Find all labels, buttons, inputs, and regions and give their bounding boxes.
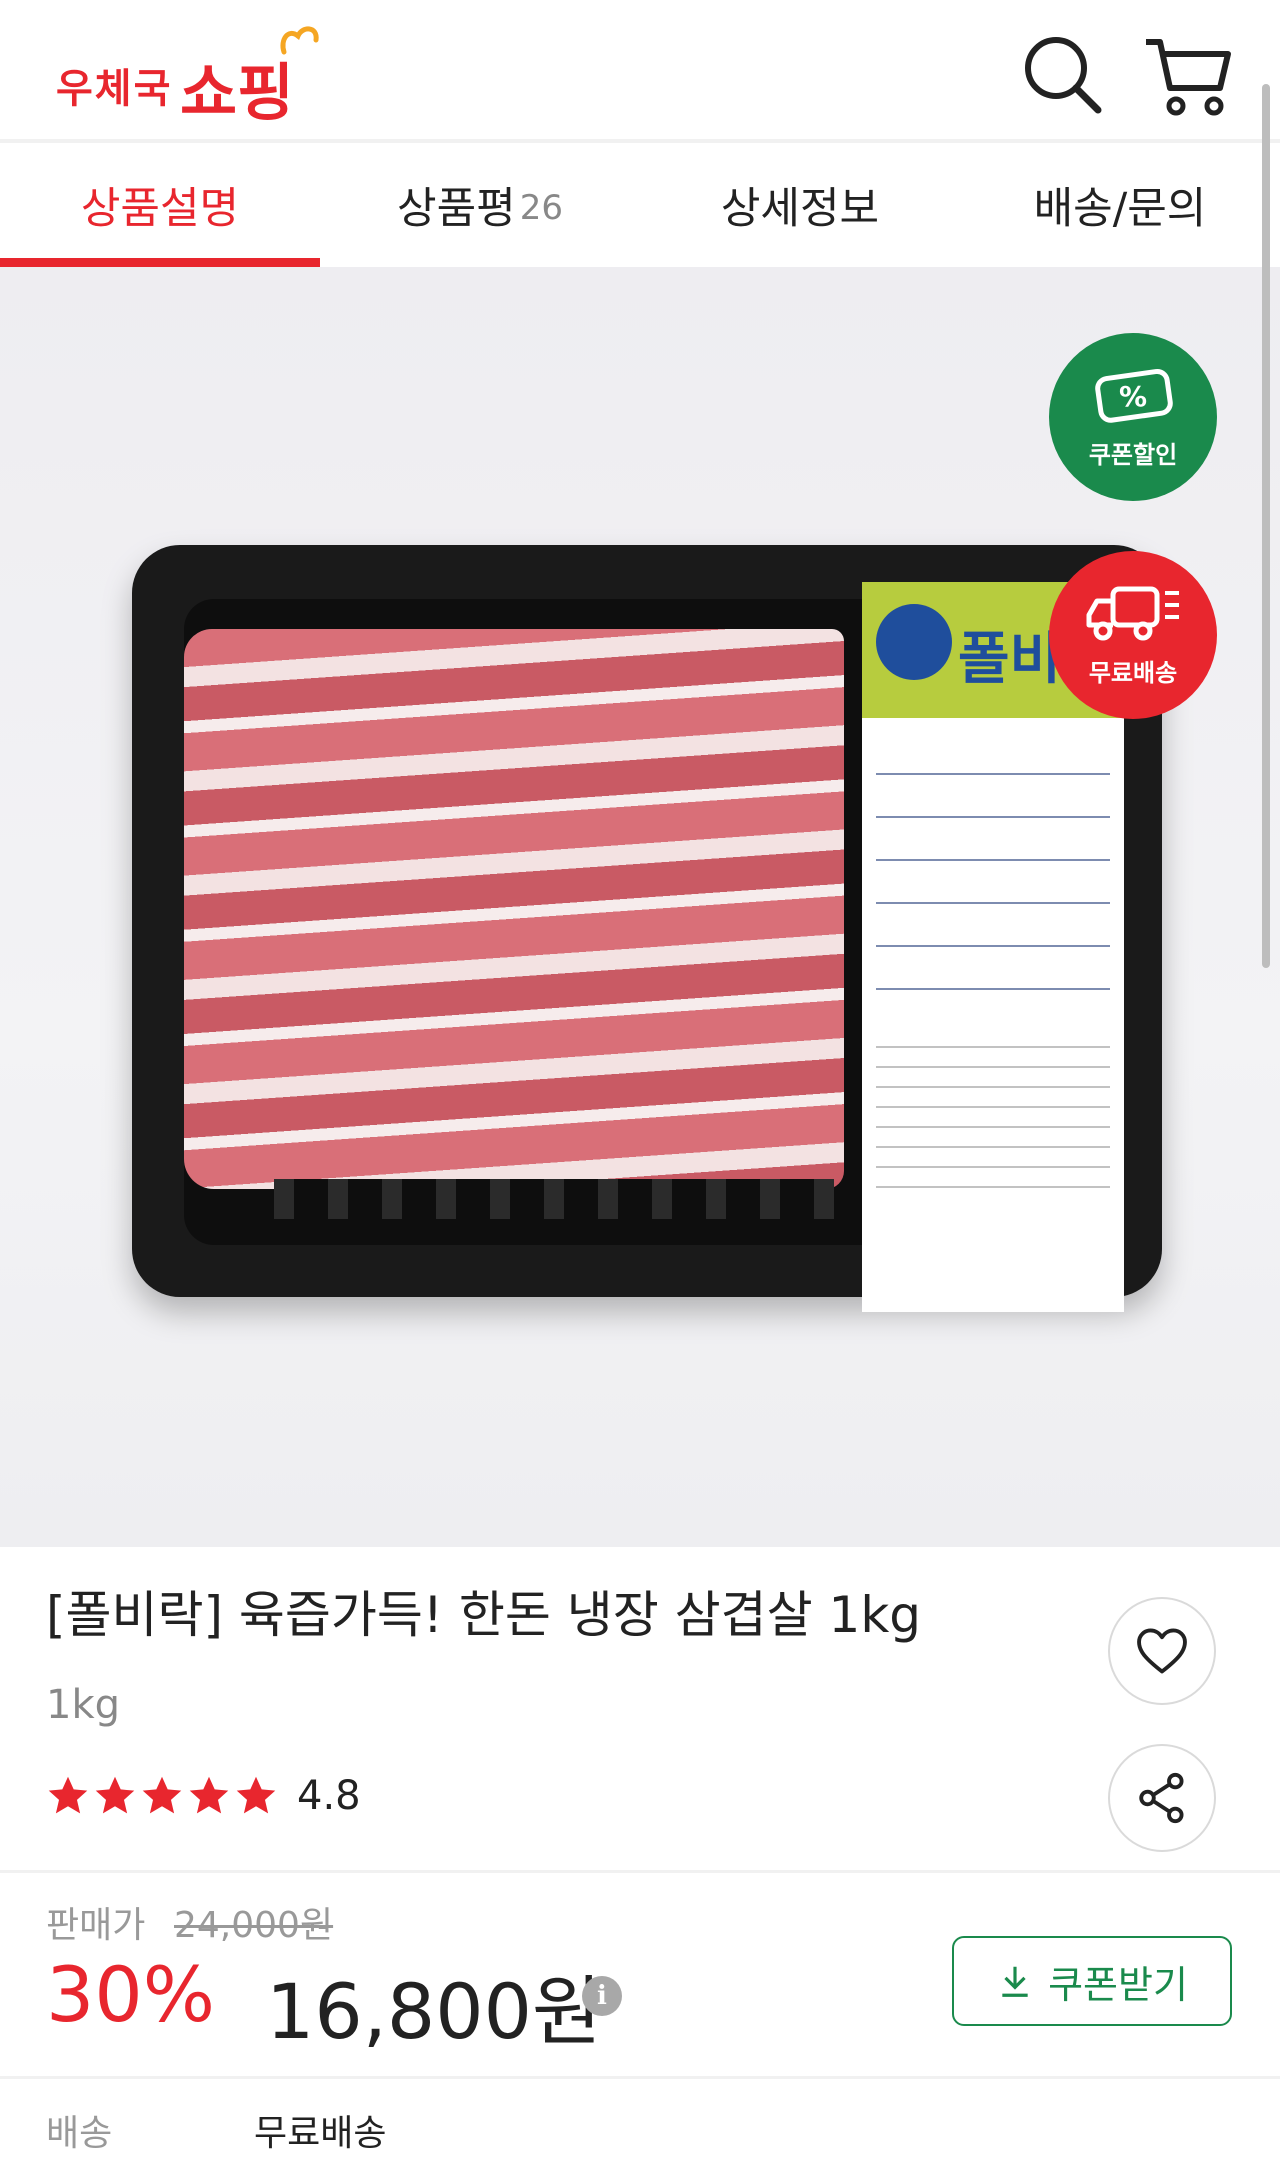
- label-fineprint: [876, 1032, 1110, 1192]
- tab-label: 배송/문의: [1033, 184, 1207, 234]
- coupon-button-label: 쿠폰받기: [1048, 1962, 1188, 2007]
- product-option: 1kg: [46, 1682, 121, 1728]
- product-title: [폴비락] 육즙가득! 한돈 냉장 삼겹살 1kg: [46, 1586, 922, 1644]
- logo-small-text: 우체국: [56, 66, 173, 112]
- search-icon[interactable]: [1014, 26, 1110, 122]
- product-image[interactable]: 폴비락 % 쿠폰할인 무료배송: [0, 267, 1280, 1547]
- heart-logo-icon: [280, 26, 319, 55]
- shipping-label: 배송: [46, 2113, 113, 2154]
- shipping-value: 무료배송: [254, 2113, 387, 2154]
- star-icon: [236, 1776, 276, 1814]
- section-divider: [0, 1870, 1280, 1873]
- rating-value: 4.8: [297, 1773, 361, 1819]
- discount-rate: 30%: [46, 1950, 215, 2039]
- download-coupon-button[interactable]: 쿠폰받기: [952, 1936, 1232, 2026]
- free-shipping-badge: 무료배송: [1049, 551, 1217, 719]
- scrollbar[interactable]: [1262, 84, 1270, 968]
- star-icon: [142, 1776, 182, 1814]
- badge-coupon-label: 쿠폰할인: [1088, 441, 1178, 469]
- tab-bar: 상품설명 상품평 26 상세정보 배송/문의: [0, 143, 1280, 267]
- tab-details[interactable]: 상세정보: [640, 143, 960, 267]
- star-icon: [95, 1776, 135, 1814]
- coupon-discount-badge: % 쿠폰할인: [1049, 333, 1217, 501]
- tab-description[interactable]: 상품설명: [0, 143, 320, 267]
- share-icon: [1139, 1772, 1184, 1824]
- logo-big-text: 쇼핑: [180, 56, 295, 129]
- tab-shipping-inquiry[interactable]: 배송/문의: [960, 143, 1280, 267]
- label-table: [876, 732, 1110, 992]
- tab-label: 상품설명: [80, 184, 240, 234]
- cart-icon[interactable]: [1140, 26, 1236, 122]
- star-icon: [48, 1776, 88, 1814]
- star-icon: [189, 1776, 229, 1814]
- share-button[interactable]: [1108, 1744, 1216, 1852]
- download-icon: [1002, 1966, 1028, 1997]
- info-icon[interactable]: i: [582, 1976, 622, 2016]
- heart-icon: [1137, 1628, 1187, 1674]
- tab-reviews[interactable]: 상품평 26: [320, 143, 640, 267]
- badge-shipping-label: 무료배송: [1088, 659, 1178, 687]
- price-label: 판매가: [46, 1905, 146, 1946]
- truck-icon: [1086, 586, 1179, 641]
- coupon-icon: %: [1095, 368, 1173, 423]
- section-divider: [0, 2076, 1280, 2079]
- tab-label: 상세정보: [720, 184, 880, 234]
- label-logo-icon: [876, 604, 952, 680]
- svg-text:%: %: [1119, 380, 1147, 413]
- review-count: 26: [519, 188, 563, 228]
- tray-ridges: [274, 1179, 834, 1219]
- pork-belly: [184, 629, 844, 1189]
- rating-stars: 4.8: [46, 1772, 361, 1820]
- header: 우체국 쇼핑: [0, 0, 1280, 139]
- wishlist-button[interactable]: [1108, 1597, 1216, 1705]
- original-price: 24,000원: [174, 1905, 334, 1946]
- sale-price: 16,800원: [266, 1967, 602, 2056]
- tab-label: 상품평: [397, 184, 516, 234]
